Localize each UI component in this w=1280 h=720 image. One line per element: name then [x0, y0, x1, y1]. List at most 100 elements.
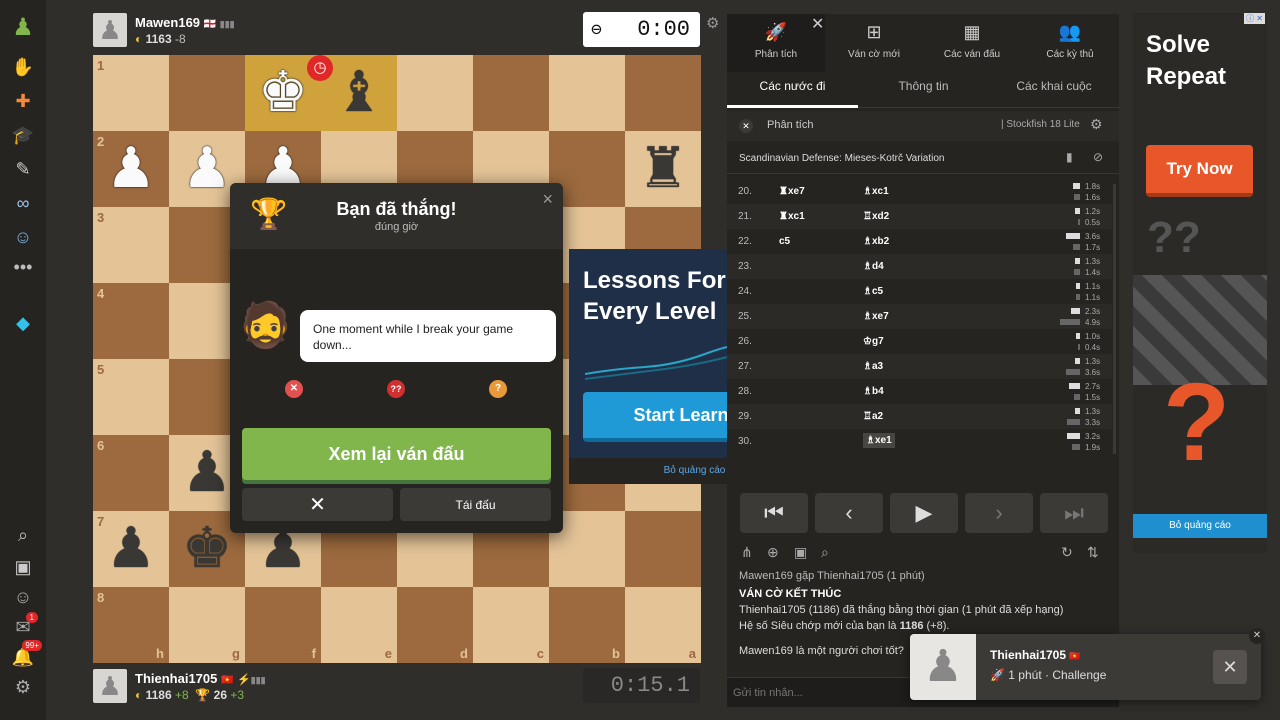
messages-icon[interactable]: ✉ 1 — [8, 612, 38, 640]
black-piece[interactable]: ♜ — [638, 141, 688, 197]
prev-move-button[interactable]: ‹ — [815, 493, 883, 533]
board-square[interactable]: 2 ♟ — [93, 131, 169, 207]
puzzle-icon[interactable]: ✚ — [8, 88, 38, 114]
white-move[interactable]: ♜xc1 — [779, 211, 805, 222]
ad-choices-icon[interactable]: ⓘ ✕ — [1244, 13, 1265, 24]
top-player-name[interactable]: Mawen169 🏴󠁧󠁢󠁥󠁮󠁧󠁿 ▮▮▮ — [135, 15, 235, 30]
black-piece[interactable]: ♟ — [182, 445, 232, 501]
tab-players[interactable]: 👥 Các kỳ thủ — [1021, 14, 1119, 72]
black-move[interactable]: ♗xe1 — [863, 433, 895, 448]
diamond-icon[interactable]: ◆ — [8, 310, 38, 336]
board-square[interactable]: g — [169, 587, 245, 663]
black-move[interactable]: ♖a2 — [863, 411, 883, 422]
board-square[interactable]: 8h — [93, 587, 169, 663]
white-piece[interactable]: ♚ — [258, 65, 308, 121]
black-piece[interactable]: ♚ — [182, 521, 232, 577]
settings-icon[interactable]: ⚙ — [8, 674, 38, 700]
board-square[interactable] — [397, 55, 473, 131]
rematch-button[interactable]: Tái đấu — [400, 488, 551, 521]
black-move[interactable]: ♗xc1 — [863, 186, 889, 197]
bottom-player-name[interactable]: Thienhai1705 🇻🇳 ⚡▮▮▮ — [135, 671, 266, 686]
avatar[interactable]: ♟ — [93, 669, 127, 703]
black-move[interactable]: ♖xd2 — [863, 211, 889, 222]
black-move[interactable]: ♗b4 — [863, 386, 884, 397]
board-square[interactable]: f — [245, 587, 321, 663]
board-image-icon[interactable]: ▣ — [794, 544, 807, 561]
remove-ads-link[interactable]: Bỏ quảng cáo — [1133, 514, 1267, 538]
learn-icon[interactable]: 🎓 — [8, 122, 38, 148]
pawn-logo-icon[interactable]: ♟ — [8, 14, 38, 41]
toggle-icon[interactable]: ✕ — [739, 119, 753, 133]
black-piece[interactable]: ♟ — [106, 521, 156, 577]
board-square[interactable]: ♜ — [625, 131, 701, 207]
white-move[interactable]: ♜xe7 — [779, 186, 805, 197]
black-move[interactable]: ♔g7 — [863, 336, 884, 347]
more-icon[interactable]: ••• — [8, 254, 38, 280]
black-move[interactable]: ♗d4 — [863, 261, 884, 272]
magnify-icon[interactable]: ⌕ — [821, 544, 829, 561]
watch-icon[interactable]: ✎ — [8, 156, 38, 182]
close-icon[interactable]: × — [542, 189, 553, 210]
close-x-button[interactable]: ✕ — [242, 488, 393, 521]
board-square[interactable] — [169, 55, 245, 131]
board-square[interactable]: c — [473, 587, 549, 663]
compass-icon[interactable]: ⊘ — [1093, 150, 1103, 164]
opening-name[interactable]: Scandinavian Defense: Mieses-Kotrč Varia… — [739, 153, 944, 164]
board-square[interactable]: e — [321, 587, 397, 663]
search-icon[interactable]: ⌕ — [8, 522, 38, 548]
challenge-toast[interactable]: ♟ Thienhai1705 🇻🇳 🚀 1 phút · Challenge ✕… — [910, 628, 1265, 700]
close-icon[interactable]: ✕ — [1249, 628, 1265, 644]
board-square[interactable]: 5 — [93, 359, 169, 435]
black-move[interactable]: ♗a3 — [863, 361, 883, 372]
next-move-button[interactable]: › — [965, 493, 1033, 533]
play-button[interactable]: ▶ — [890, 493, 958, 533]
last-move-button[interactable]: ⏭ — [1040, 493, 1108, 533]
board-square[interactable]: 3 — [93, 207, 169, 283]
try-now-button[interactable]: Try Now — [1146, 145, 1253, 197]
board-square[interactable]: a — [625, 587, 701, 663]
add-icon[interactable]: ⊕ — [767, 544, 779, 561]
board-square[interactable] — [625, 511, 701, 587]
black-move[interactable]: ♗xb2 — [863, 236, 889, 247]
board-square[interactable]: 6 — [93, 435, 169, 511]
book-icon[interactable]: ▮ — [1066, 150, 1073, 164]
black-move[interactable]: ♗c5 — [863, 286, 883, 297]
move-list-scrollbar[interactable] — [1113, 184, 1116, 454]
board-square[interactable] — [549, 55, 625, 131]
board-square[interactable]: ♚ ◷ — [245, 55, 333, 131]
refresh-icon[interactable]: ↻ — [1061, 544, 1073, 561]
board-square[interactable]: 1 — [93, 55, 169, 131]
solve-repeat-ad[interactable]: ⓘ ✕ Solve Repeat Try Now ?? ? Bỏ quảng c… — [1133, 13, 1267, 553]
black-piece[interactable]: ♝ — [334, 65, 384, 121]
board-square[interactable]: d — [397, 587, 473, 663]
close-icon[interactable]: ✕ — [811, 14, 824, 34]
board-settings-icon[interactable]: ⚙ — [706, 14, 719, 32]
tab-new-game[interactable]: ⊞ Ván cờ mới — [825, 14, 923, 72]
white-move[interactable]: c5 — [779, 236, 790, 247]
board-square[interactable] — [625, 55, 701, 131]
decline-challenge-button[interactable]: ✕ — [1213, 650, 1247, 684]
subtab-moves[interactable]: Các nước đi — [727, 79, 858, 93]
first-move-button[interactable]: ⏮ — [740, 493, 808, 533]
play-icon[interactable]: ✋ — [8, 54, 38, 80]
gear-icon[interactable]: ⚙ — [1090, 116, 1103, 133]
black-move[interactable]: ♗xe7 — [863, 311, 889, 322]
tab-games[interactable]: ▦ Các ván đấu — [923, 14, 1021, 72]
friends-icon[interactable]: ☺ — [8, 584, 38, 610]
profile-icon[interactable]: ▣ — [8, 554, 38, 580]
white-piece[interactable]: ♟ — [182, 141, 232, 197]
board-square[interactable]: 4 — [93, 283, 169, 359]
binoculars-icon[interactable]: ∞ — [8, 190, 38, 216]
social-icon[interactable]: ☺ — [8, 224, 38, 250]
board-square[interactable]: b — [549, 587, 625, 663]
white-piece[interactable]: ♟ — [106, 141, 156, 197]
subtab-openings[interactable]: Các khai cuộc — [989, 79, 1119, 93]
avatar[interactable]: ♟ — [93, 13, 127, 47]
share-icon[interactable]: ⋔ — [741, 544, 753, 561]
board-square[interactable]: 7 ♟ — [93, 511, 169, 587]
review-game-button[interactable]: Xem lại ván đấu — [242, 428, 551, 480]
subtab-info[interactable]: Thông tin — [858, 79, 989, 93]
notifications-icon[interactable]: 🔔 99+ — [8, 640, 42, 670]
board-square[interactable] — [473, 55, 549, 131]
flip-board-icon[interactable]: ⇅ — [1087, 544, 1099, 561]
